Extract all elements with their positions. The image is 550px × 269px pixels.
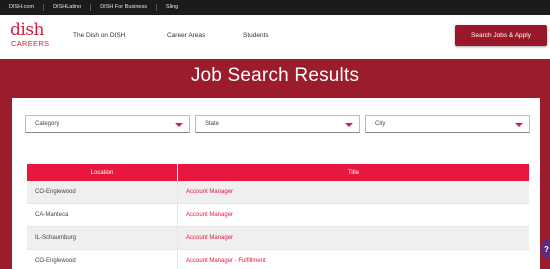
results-panel: Category State City Location Title CO-En… [12, 98, 540, 269]
location-cell: CO-Englewood [27, 181, 178, 203]
topbar-link-sling[interactable]: Sling [166, 4, 187, 11]
state-select[interactable]: State [195, 115, 360, 133]
table-row: CO-Englewood Account Manager [27, 181, 529, 204]
table-row: IL-Schaumburg Account Manager [27, 227, 529, 250]
table-row: CO-Englewood Account Manager - Fulfillme… [27, 250, 529, 269]
chevron-down-icon [515, 123, 523, 127]
hero-banner: Job Search Results [0, 59, 550, 97]
chevron-down-icon [175, 123, 183, 127]
category-select[interactable]: Category [25, 115, 190, 133]
nav-item-students[interactable]: Students [243, 32, 269, 39]
logo-subtitle: CAREERS [11, 39, 50, 48]
job-title-link[interactable]: Account Manager [178, 181, 529, 203]
help-button[interactable]: ? [541, 239, 550, 259]
location-cell: IL-Schaumburg [27, 227, 178, 249]
page-title: Job Search Results [190, 65, 360, 86]
chevron-down-icon [345, 123, 353, 127]
table-body: CO-Englewood Account Manager CA-Manteca … [27, 181, 529, 269]
location-cell: CA-Manteca [27, 204, 178, 226]
topbar-link-dish-com[interactable]: DISH.com [9, 4, 45, 11]
state-select-label: State [205, 121, 220, 127]
city-select[interactable]: City [365, 115, 530, 133]
job-title-link[interactable]: Account Manager [178, 204, 529, 226]
city-select-label: City [375, 121, 386, 127]
table-row: CA-Manteca Account Manager [27, 204, 529, 227]
column-header-title[interactable]: Title [178, 164, 529, 181]
job-title-link[interactable]: Account Manager - Fulfillment [178, 250, 529, 269]
logo-wordmark: dish [10, 20, 45, 40]
topbar-link-dish-for-business[interactable]: DISH For Business [100, 4, 157, 11]
table-header: Location Title [27, 164, 529, 181]
dish-careers-logo[interactable]: dish CAREERS [10, 22, 50, 52]
search-jobs-apply-button[interactable]: Search Jobs & Apply [455, 25, 547, 46]
job-title-link[interactable]: Account Manager [178, 227, 529, 249]
location-cell: CO-Englewood [27, 250, 178, 269]
nav-item-career-areas[interactable]: Career Areas [167, 32, 205, 39]
category-select-label: Category [35, 121, 60, 127]
job-results-table: Location Title CO-Englewood Account Mana… [27, 164, 529, 269]
utility-bar: DISH.com DISHLatino DISH For Business Sl… [0, 0, 550, 15]
site-header: dish CAREERS The Dish on DISH Career Are… [0, 15, 550, 59]
column-header-location[interactable]: Location [27, 164, 178, 181]
nav-item-dish-on-dish[interactable]: The Dish on DISH [73, 32, 125, 39]
topbar-link-dishlatino[interactable]: DISHLatino [53, 4, 92, 11]
